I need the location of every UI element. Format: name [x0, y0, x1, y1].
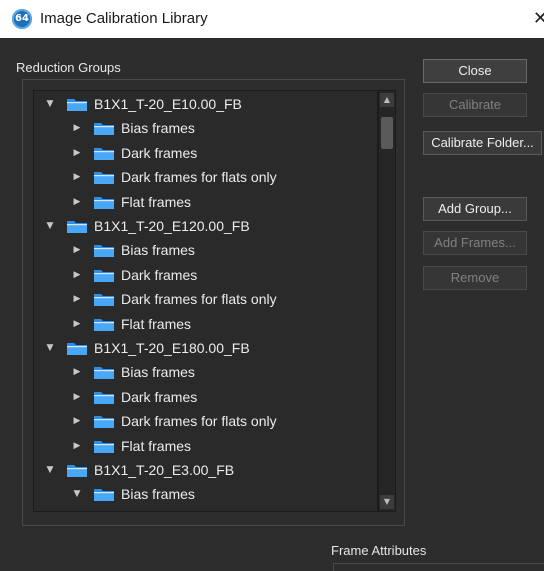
folder-icon: [94, 318, 114, 331]
tree-child-row[interactable]: ▶ Dark frames for flats only: [34, 409, 377, 433]
tree-item-label: Bias frames: [121, 486, 195, 503]
calibrate-folder-button[interactable]: Calibrate Folder...: [423, 131, 542, 155]
tree-group-row[interactable]: ▼ B1X1_T-20_E10.00_FB: [34, 92, 377, 116]
tree-item-label: Flat frames: [121, 315, 192, 332]
tree-group-row[interactable]: ▼ B1X1_T-20_E120.00_FB: [34, 214, 377, 238]
tree-child-row[interactable]: ▶ Dark frames for flats only: [34, 165, 377, 189]
collapse-arrow-right-icon[interactable]: ▶: [71, 141, 83, 165]
expand-arrow-down-icon[interactable]: ▼: [44, 458, 56, 482]
folder-icon: [94, 245, 114, 258]
tree-child-row[interactable]: ▶ Dark frames: [34, 385, 377, 409]
tree-item-label: B1X1_T-20_E120.00_FB: [94, 218, 250, 234]
tree-child-row[interactable]: ▼ Bias frames: [34, 482, 377, 506]
collapse-arrow-right-icon[interactable]: ▶: [71, 312, 83, 336]
tree-item-label: B1X1_T-20_E180.00_FB: [94, 340, 250, 356]
folder-icon: [67, 99, 87, 111]
tree-child-row[interactable]: ▶ Flat frames: [34, 434, 377, 458]
tree-group-row[interactable]: ▼ B1X1_T-20_E180.00_FB: [34, 336, 377, 360]
tree-child-row[interactable]: ▶ Dark frames: [34, 263, 377, 287]
tree-child-row[interactable]: ▶ Bias frames: [34, 360, 377, 384]
remove-button[interactable]: Remove: [423, 266, 527, 290]
tree-item-label: Bias frames: [121, 120, 195, 137]
scroll-down-arrow-icon[interactable]: ▼: [380, 495, 394, 509]
collapse-arrow-right-icon[interactable]: ▶: [71, 165, 83, 189]
add-frames-button[interactable]: Add Frames...: [423, 231, 527, 255]
folder-icon: [94, 196, 114, 209]
expand-arrow-down-icon[interactable]: ▼: [44, 214, 56, 238]
close-button[interactable]: Close: [423, 59, 527, 83]
tree-item-label: Dark frames: [121, 144, 198, 161]
folder-icon: [94, 489, 114, 502]
frame-attributes-frame: [333, 563, 544, 571]
tree-scrollbar[interactable]: ▲ ▼: [378, 90, 396, 512]
collapse-arrow-right-icon[interactable]: ▶: [71, 434, 83, 458]
tree-child-row[interactable]: ▶ Bias frames: [34, 238, 377, 262]
tree-item-label: Bias frames: [121, 364, 195, 381]
tree-child-row[interactable]: ▶ Dark frames: [34, 141, 377, 165]
folder-icon: [94, 440, 114, 453]
tree-item-label: Bias frames: [121, 242, 195, 259]
expand-arrow-down-icon[interactable]: ▼: [44, 336, 56, 360]
window-title: Image Calibration Library: [40, 10, 208, 27]
tree-item-label: Dark frames: [121, 266, 198, 283]
folder-icon: [94, 172, 114, 185]
calibrate-button[interactable]: Calibrate: [423, 93, 527, 117]
collapse-arrow-right-icon[interactable]: ▶: [71, 238, 83, 262]
tree-item-label: Dark frames for flats only: [121, 291, 277, 308]
scroll-thumb[interactable]: [381, 117, 393, 149]
folder-icon: [94, 416, 114, 429]
scroll-up-arrow-icon[interactable]: ▲: [380, 93, 394, 107]
window-close-icon[interactable]: ✕: [533, 8, 544, 29]
collapse-arrow-right-icon[interactable]: ▶: [71, 385, 83, 409]
reduction-groups-label: Reduction Groups: [16, 60, 121, 75]
folder-icon: [94, 367, 114, 380]
folder-icon: [67, 465, 87, 477]
frame-attributes-label: Frame Attributes: [331, 543, 427, 558]
folder-icon: [94, 391, 114, 404]
collapse-arrow-right-icon[interactable]: ▶: [71, 409, 83, 433]
tree-child-row[interactable]: ▶ Flat frames: [34, 312, 377, 336]
expand-arrow-down-icon[interactable]: ▼: [44, 92, 56, 116]
tree-item-label: Dark frames for flats only: [121, 169, 277, 186]
tree-item-label: Flat frames: [121, 437, 192, 454]
tree-child-row[interactable]: ▶ Dark frames for flats only: [34, 287, 377, 311]
tree-item-label: B1X1_T-20_E10.00_FB: [94, 96, 242, 112]
folder-icon: [67, 343, 87, 355]
tree-child-row[interactable]: ▶ Flat frames: [34, 190, 377, 214]
folder-icon: [94, 294, 114, 307]
tree-group-row[interactable]: ▼ B1X1_T-20_E3.00_FB: [34, 458, 377, 482]
app-logo-icon: 64: [12, 9, 32, 29]
tree-item-label: B1X1_T-20_E3.00_FB: [94, 462, 235, 478]
folder-icon: [94, 147, 114, 160]
folder-icon: [94, 269, 114, 282]
tree-item-label: Flat frames: [121, 193, 192, 210]
tree-item-label: Dark frames: [121, 388, 198, 405]
collapse-arrow-right-icon[interactable]: ▶: [71, 263, 83, 287]
folder-icon: [94, 123, 114, 136]
reduction-groups-tree[interactable]: ▼ B1X1_T-20_E10.00_FB ▶ Bias frames ▶ Dark fr…: [33, 90, 378, 512]
collapse-arrow-right-icon[interactable]: ▶: [71, 190, 83, 214]
collapse-arrow-right-icon[interactable]: ▶: [71, 287, 83, 311]
expand-arrow-down-icon[interactable]: ▼: [71, 482, 83, 506]
collapse-arrow-right-icon[interactable]: ▶: [71, 360, 83, 384]
folder-icon: [67, 221, 87, 233]
collapse-arrow-right-icon[interactable]: ▶: [71, 116, 83, 140]
tree-item-label: Dark frames for flats only: [121, 413, 277, 430]
add-group-button[interactable]: Add Group...: [423, 197, 527, 221]
title-bar: 64 Image Calibration Library ✕: [0, 0, 544, 38]
tree-child-row[interactable]: ▶ Bias frames: [34, 116, 377, 140]
